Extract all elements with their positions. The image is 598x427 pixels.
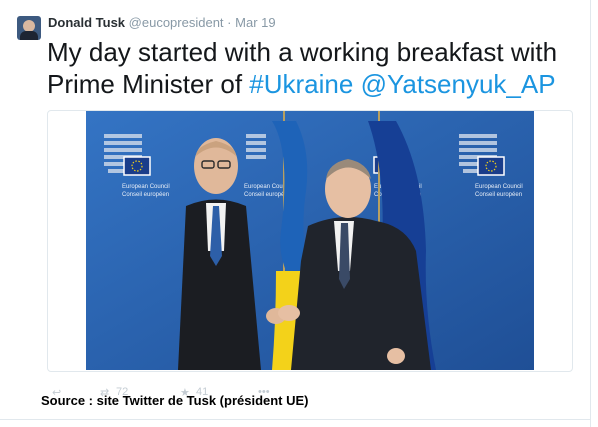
bottom-divider: [0, 419, 591, 420]
source-caption: Source : site Twitter de Tusk (président…: [41, 393, 309, 408]
avatar-suit: [20, 31, 38, 40]
tweet-date[interactable]: Mar 19: [235, 15, 275, 30]
svg-text:Conseil européen: Conseil européen: [122, 192, 169, 198]
hashtag-link[interactable]: #Ukraine: [249, 69, 353, 99]
svg-text:European Council: European Council: [122, 184, 170, 190]
author-handle[interactable]: @eucopresident: [129, 15, 224, 30]
svg-text:Conseil européen: Conseil européen: [475, 192, 522, 198]
tweet-space: [353, 69, 360, 99]
tweet-header: Donald Tusk @eucopresident · Mar 19: [48, 15, 276, 30]
tweet-card: Donald Tusk @eucopresident · Mar 19 My d…: [0, 0, 591, 427]
tweet-text: My day started with a working breakfast …: [47, 36, 587, 100]
header-separator: ·: [227, 15, 232, 30]
author-name[interactable]: Donald Tusk: [48, 15, 125, 30]
mention-link[interactable]: @Yatsenyuk_AP: [361, 69, 556, 99]
photo-illustration: European Council Conseil européen Europe…: [86, 111, 534, 370]
tweet-photo[interactable]: European Council Conseil européen Europe…: [86, 111, 534, 370]
avatar[interactable]: [17, 16, 41, 40]
svg-text:European Council: European Council: [475, 184, 523, 190]
